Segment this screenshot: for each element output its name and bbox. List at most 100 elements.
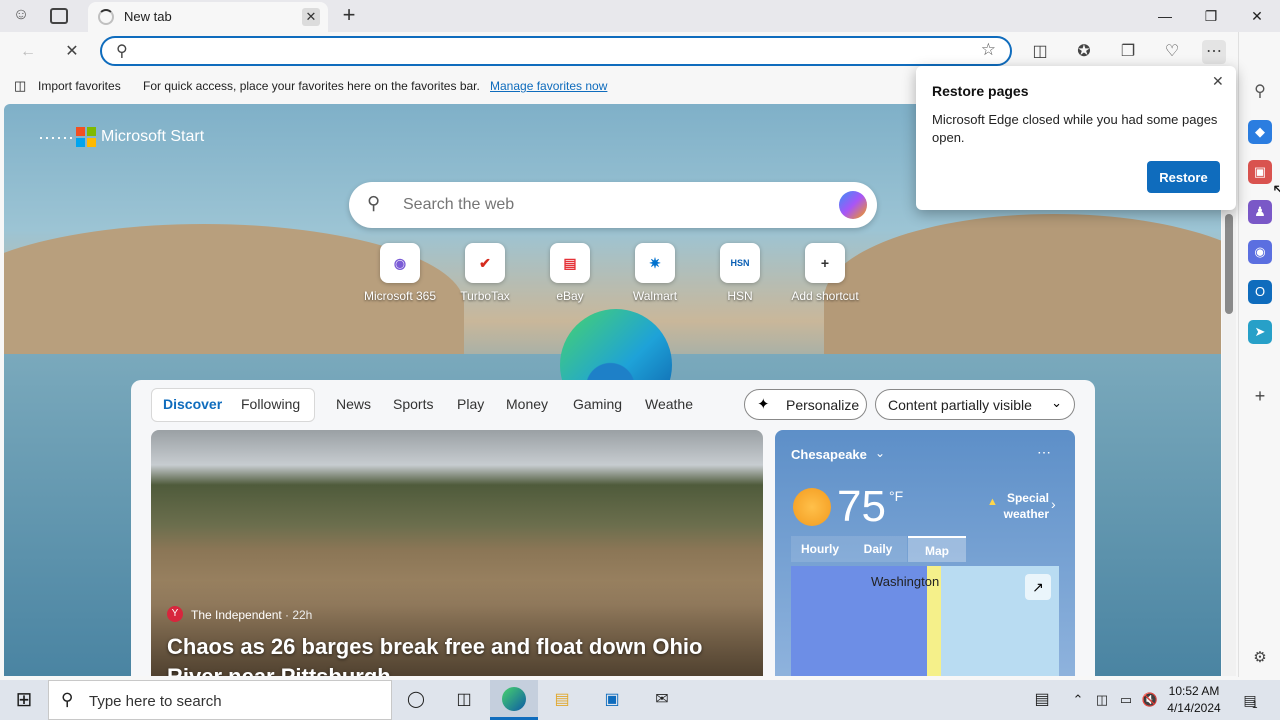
profile-icon[interactable]: ☺ <box>10 6 32 28</box>
edge-icon <box>502 687 526 711</box>
tab-actions-icon[interactable] <box>50 8 68 24</box>
special-weather-alert[interactable]: Special weather <box>995 490 1049 522</box>
address-bar[interactable]: ⚲ ☆ <box>100 36 1012 66</box>
settings-more-icon[interactable]: ⋯ <box>1202 40 1226 64</box>
microsoft-logo <box>76 127 96 147</box>
address-input[interactable] <box>142 41 962 61</box>
shortcut-microsoft-365[interactable]: ◉ Microsoft 365 <box>360 243 440 303</box>
back-icon[interactable]: ← <box>16 40 40 64</box>
shortcut-ebay[interactable]: ▤ eBay <box>530 243 610 303</box>
popup-message: Microsoft Edge closed while you had some… <box>932 112 1218 145</box>
shortcut-turbotax[interactable]: ✔ TurboTax <box>445 243 525 303</box>
start-windows-icon[interactable]: ⊞ <box>10 686 38 714</box>
add-icon[interactable]: + <box>1248 384 1272 408</box>
taskbar-edge-button[interactable] <box>490 680 538 720</box>
shortcut-label: HSN <box>727 289 753 303</box>
web-search-box[interactable]: ⚲ <box>349 182 877 228</box>
shopping-icon[interactable]: ◆ <box>1248 120 1272 144</box>
cortana-icon[interactable]: ◯ <box>402 686 430 714</box>
weather-tab-map[interactable]: Map <box>908 536 966 562</box>
stop-icon[interactable]: ✕ <box>60 40 84 64</box>
mail-icon[interactable]: ✉ <box>648 686 676 714</box>
apps-grid-icon[interactable]: ⋯⋯ <box>38 128 74 149</box>
games-icon[interactable]: ♟ <box>1248 200 1272 224</box>
tools-icon[interactable]: ▣ <box>1248 160 1272 184</box>
favorite-star-icon[interactable]: ☆ <box>981 40 996 60</box>
shortcut-tile-icon: ◉ <box>380 243 420 283</box>
volume-muted-icon[interactable]: 🔇 <box>1136 686 1164 714</box>
split-screen-icon[interactable]: ◫ <box>1028 40 1052 64</box>
sidebar: ⚲ ◆ ▣ ♟ ◉ O ➤ + ⚙ <box>1238 32 1280 677</box>
shortcut-label: Microsoft 365 <box>363 289 437 303</box>
taskbar-search-placeholder: Type here to search <box>89 693 222 710</box>
task-view-icon[interactable]: ◫ <box>450 686 478 714</box>
shortcut-label: Add shortcut <box>791 289 859 303</box>
shortcut-walmart[interactable]: ✷ Walmart <box>615 243 695 303</box>
more-options-icon[interactable]: ⋯ <box>1037 444 1051 461</box>
popup-close-icon[interactable]: ✕ <box>1212 73 1224 90</box>
minimize-button[interactable]: — <box>1142 0 1188 32</box>
clock-date[interactable]: 4/14/2024 <box>1164 701 1224 715</box>
favorites-icon[interactable]: ✪ <box>1072 40 1096 64</box>
weather-tab-daily[interactable]: Daily <box>849 536 907 562</box>
chevron-right-icon[interactable]: › <box>1051 496 1056 512</box>
news-card[interactable]: Y The Independent · 22h Chaos as 26 barg… <box>151 430 763 676</box>
feed-tab-news[interactable]: News <box>336 396 371 412</box>
feed-tab-following[interactable]: Following <box>241 396 300 412</box>
feed-tab-gaming[interactable]: Gaming <box>573 396 622 412</box>
feed-panel: Discover Following News Sports Play Money Gami… <box>131 380 1095 676</box>
feed-tab-money[interactable]: Money <box>506 396 548 412</box>
chevron-down-icon[interactable]: ⌄ <box>875 446 885 460</box>
weather-map[interactable]: Washington ↗ <box>791 566 1059 676</box>
restore-button[interactable]: Restore <box>1147 161 1220 193</box>
browser-essentials-icon[interactable]: ♡ <box>1160 40 1184 64</box>
news-widget-icon[interactable]: ▤ <box>1028 686 1056 714</box>
sidebar-settings-icon[interactable]: ⚙ <box>1248 646 1272 670</box>
scrollbar-thumb[interactable] <box>1225 214 1233 314</box>
popup-title: Restore pages <box>932 83 1029 99</box>
loading-icon <box>98 9 114 25</box>
notification-icon[interactable]: ▤ <box>1236 686 1264 714</box>
new-tab-button[interactable]: + <box>338 3 360 27</box>
taskbar-search-box[interactable]: ⚲ Type here to search <box>48 680 392 720</box>
news-age: · 22h <box>285 608 313 622</box>
microsoft-365-icon[interactable]: ◉ <box>1248 240 1272 264</box>
store-icon[interactable]: ▣ <box>598 686 626 714</box>
web-search-input[interactable] <box>403 194 803 216</box>
search-icon: ⚲ <box>116 43 128 60</box>
shortcut-add-shortcut[interactable]: + Add shortcut <box>785 243 865 303</box>
temperature-unit: °F <box>889 488 904 504</box>
close-button[interactable]: ✕ <box>1234 0 1280 32</box>
sun-icon <box>793 488 831 526</box>
tab-close-icon[interactable]: ✕ <box>302 8 320 26</box>
chevron-down-icon: ⌄ <box>1051 395 1062 410</box>
feed-tab-discover[interactable]: Discover <box>163 396 222 412</box>
content-visibility-dropdown[interactable]: Content partially visible ⌄ <box>875 389 1075 420</box>
personalize-button[interactable]: ✦ Personalize <box>744 389 867 420</box>
feed-tab-sports[interactable]: Sports <box>393 396 433 412</box>
restore-button[interactable]: ❐ <box>1188 0 1234 32</box>
weather-location[interactable]: Chesapeake <box>791 447 867 462</box>
weather-card[interactable]: Chesapeake ⌄ ⋯ 75 °F ▲ Special weather ›… <box>775 430 1075 676</box>
outlook-icon[interactable]: O <box>1248 280 1272 304</box>
weather-tab-hourly[interactable]: Hourly <box>791 536 849 562</box>
mouse-cursor: ↖ <box>1272 182 1280 199</box>
feed-tab-weathe[interactable]: Weathe <box>645 396 693 412</box>
sparkle-icon: ✦ <box>757 396 770 413</box>
news-headline[interactable]: Chaos as 26 barges break free and float … <box>167 632 747 676</box>
search-icon[interactable]: ⚲ <box>1248 80 1272 104</box>
file-explorer-icon[interactable]: ▤ <box>548 686 576 714</box>
manage-favorites-link[interactable]: Manage favorites now <box>490 79 607 93</box>
taskbar: ⊞ ⚲ Type here to search ◯ ◫ ▤ ▣ ✉ ▤ ⌃ ◫ … <box>0 680 1280 720</box>
feed-tab-play[interactable]: Play <box>457 396 484 412</box>
drop-icon[interactable]: ➤ <box>1248 320 1272 344</box>
expand-icon[interactable]: ↗ <box>1025 574 1051 600</box>
tab-new-tab[interactable]: New tab ✕ <box>88 2 328 32</box>
temperature: 75 <box>837 482 886 531</box>
shortcut-label: Walmart <box>632 289 678 303</box>
collections-icon[interactable]: ❐ <box>1116 40 1140 64</box>
shortcut-hsn[interactable]: HSN HSN <box>700 243 780 303</box>
copilot-search-icon[interactable] <box>839 191 867 219</box>
import-favorites-button[interactable]: Import favorites <box>38 79 121 93</box>
clock-time[interactable]: 10:52 AM <box>1166 684 1222 698</box>
